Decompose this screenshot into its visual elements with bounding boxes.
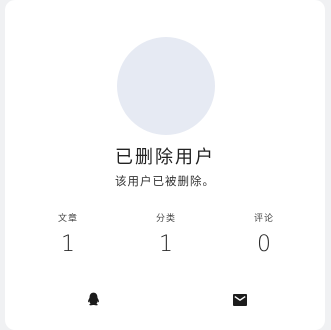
stat-value: 1	[159, 232, 173, 257]
qq-button[interactable]	[83, 290, 103, 310]
profile-bio: 该用户已被删除。	[115, 174, 215, 188]
stat-comments[interactable]: 评论 0	[234, 212, 294, 258]
mail-button[interactable]	[230, 290, 250, 310]
stat-articles[interactable]: 文章 1	[38, 212, 98, 258]
profile-card: 已删除用户 该用户已被删除。 文章 1 分类 1 评论 0	[5, 0, 325, 330]
profile-name: 已删除用户	[115, 147, 215, 168]
stats-row: 文章 1 分类 1 评论 0	[5, 212, 325, 264]
stat-label: 分类	[155, 214, 176, 224]
stat-value: 1	[61, 232, 75, 257]
mail-icon	[233, 291, 247, 310]
stat-label: 评论	[253, 214, 274, 224]
qq-icon	[87, 291, 100, 310]
avatar	[117, 37, 215, 135]
stat-value: 0	[257, 232, 271, 257]
stat-categories[interactable]: 分类 1	[136, 212, 196, 258]
social-links	[5, 290, 325, 310]
stat-label: 文章	[57, 214, 78, 224]
